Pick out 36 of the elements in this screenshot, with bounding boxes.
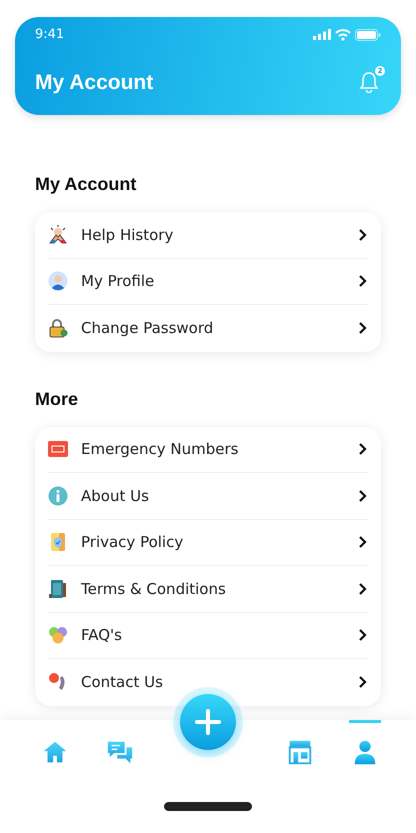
plus-icon <box>195 709 221 735</box>
chevron-right-icon <box>358 582 368 596</box>
menu-item[interactable]: Help History <box>48 212 368 258</box>
bell-icon <box>359 71 379 94</box>
chevron-right-icon <box>358 675 368 690</box>
chevron-right-icon <box>358 442 368 456</box>
section-title: More <box>35 388 80 410</box>
menu-item[interactable]: Emergency Numbers <box>48 426 368 473</box>
chevron-right-icon <box>358 228 368 242</box>
menu-item[interactable]: Change Password <box>48 305 368 352</box>
chat-bubbles-icon <box>48 625 68 646</box>
menu-item[interactable]: Contact Us <box>48 659 368 706</box>
menu-item[interactable]: My Profile <box>48 258 368 305</box>
menu-item[interactable]: FAQ's <box>48 612 368 659</box>
status-time: 9:41 <box>35 26 64 44</box>
page-title: My Account <box>35 70 154 96</box>
chevron-right-icon <box>358 535 368 550</box>
battery-icon <box>355 28 381 41</box>
menu-item[interactable]: Privacy Policy <box>48 520 368 566</box>
storefront-icon <box>286 739 314 767</box>
section-title: My Account <box>35 173 138 196</box>
shield-document-icon <box>48 532 68 552</box>
chevron-right-icon <box>358 274 368 288</box>
menu-item[interactable]: Terms & Conditions <box>48 566 368 612</box>
info-icon <box>48 486 68 506</box>
padlock-icon <box>48 318 68 338</box>
chevron-right-icon <box>358 628 368 642</box>
add-button[interactable] <box>180 694 236 750</box>
book-icon <box>48 578 68 599</box>
chevron-right-icon <box>358 488 368 503</box>
chevron-right-icon <box>358 321 368 336</box>
active-tab-indicator <box>349 720 381 723</box>
menu-item[interactable]: About Us <box>48 473 368 520</box>
signal-icon <box>313 29 331 40</box>
wifi-icon <box>335 28 351 41</box>
person-avatar-icon <box>48 271 68 292</box>
